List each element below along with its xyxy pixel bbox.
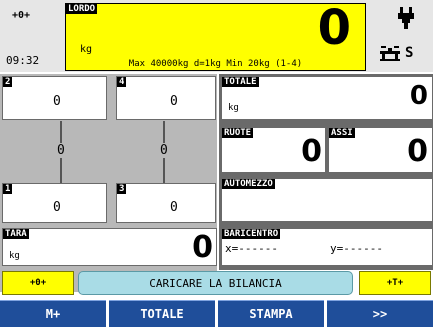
softkey-next[interactable]: >> <box>327 300 433 327</box>
assi-value: 0 <box>407 134 428 169</box>
totale-label: TOTALE <box>222 77 259 87</box>
gross-unit: kg <box>80 44 93 55</box>
tare-icon: +T+ <box>386 278 404 288</box>
gross-value: 0 <box>317 0 351 56</box>
platform-1: 1 0 <box>2 183 107 223</box>
platform-value: 0 <box>53 200 61 215</box>
platform-4: 4 0 <box>116 76 216 120</box>
ruote-box: RUOTE 0 <box>221 127 326 173</box>
ruote-label: RUOTE <box>222 128 254 138</box>
tara-unit: kg <box>9 251 20 261</box>
message-text: CARICARE LA BILANCIA <box>149 276 282 290</box>
axle-value-left: 0 <box>55 143 67 158</box>
baricentro-label: BARICENTRO <box>222 229 281 239</box>
clock: 09:32 <box>6 54 40 67</box>
message-bar: CARICARE LA BILANCIA <box>78 271 353 295</box>
zero-button[interactable]: +0+ <box>2 271 74 295</box>
platform-value: 0 <box>53 94 61 109</box>
automezzo-label: AUTOMEZZO <box>222 179 275 189</box>
scale-icon <box>379 44 401 62</box>
gross-label: LORDO <box>66 4 98 14</box>
range-info: Max 40000kg d=1kg Min 20kg (1-4) <box>65 58 366 71</box>
platform-number: 4 <box>117 77 127 87</box>
axle-value-right: 0 <box>158 143 170 158</box>
platform-value: 0 <box>170 94 178 109</box>
baricentro-box: BARICENTRO x=------ y=------ <box>221 228 433 266</box>
plug-icon <box>396 6 416 30</box>
zero-icon: +0+ <box>29 278 47 288</box>
assi-box: ASSI 0 <box>328 127 433 173</box>
automezzo-box: AUTOMEZZO <box>221 178 433 222</box>
platform-number: 1 <box>3 184 13 194</box>
totale-value: 0 <box>409 81 428 111</box>
assi-label: ASSI <box>329 128 355 138</box>
tara-label: TARA <box>3 229 29 239</box>
tara-box: TARA kg 0 <box>2 228 217 266</box>
platform-3: 3 0 <box>116 183 216 223</box>
tara-value: 0 <box>192 230 213 265</box>
baricentro-x: x=------ <box>225 242 278 255</box>
softkey-stampa[interactable]: STAMPA <box>218 300 324 327</box>
softkey-totale[interactable]: TOTALE <box>109 300 215 327</box>
range-info-text: Max 40000kg d=1kg Min 20kg (1-4) <box>128 59 303 69</box>
platform-number: 3 <box>117 184 127 194</box>
ruote-value: 0 <box>301 134 322 169</box>
totale-box: TOTALE kg 0 <box>221 76 433 120</box>
platform-value: 0 <box>170 200 178 215</box>
tare-button[interactable]: +T+ <box>359 271 431 295</box>
zero-indicator: +0+ <box>12 10 31 21</box>
status-letter: S <box>405 45 414 61</box>
platform-number: 2 <box>3 77 13 87</box>
baricentro-y: y=------ <box>330 242 383 255</box>
platform-2: 2 0 <box>2 76 107 120</box>
header-bar: +0+ 09:32 LORDO kg 0 Max 40000kg d=1kg M… <box>0 0 433 72</box>
gross-display: LORDO kg 0 <box>65 0 366 59</box>
totale-unit: kg <box>228 103 239 113</box>
softkey-memory-plus[interactable]: M+ <box>0 300 106 327</box>
